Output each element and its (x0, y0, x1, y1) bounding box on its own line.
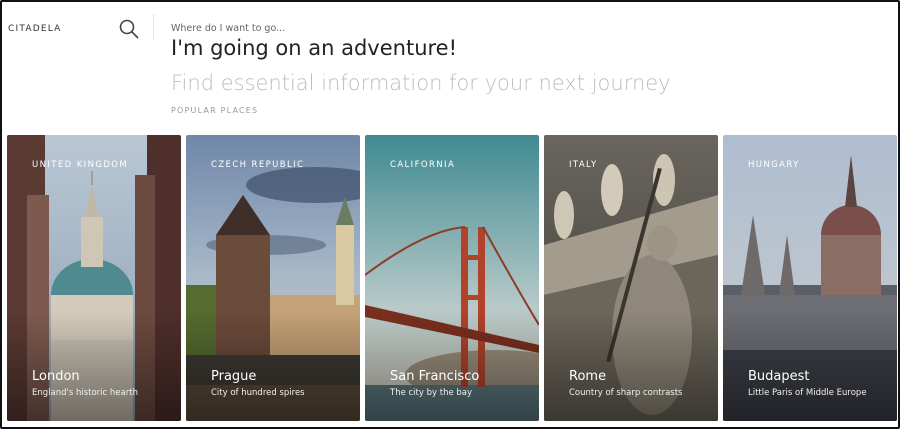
card-shade (723, 311, 897, 421)
card-country: UNITED KINGDOM (32, 160, 129, 170)
place-card-prague[interactable]: CZECH REPUBLIC Prague City of hundred sp… (186, 135, 360, 421)
card-country: CALIFORNIA (390, 160, 456, 170)
card-country: CZECH REPUBLIC (211, 160, 305, 170)
place-card-rome[interactable]: ITALY Rome Country of sharp contrasts (544, 135, 718, 421)
card-description: Country of sharp contrasts (569, 388, 683, 398)
header-divider (153, 14, 154, 40)
page-subheadline: Find essential information for your next… (171, 71, 671, 95)
card-shade (186, 311, 360, 421)
search-icon (119, 19, 139, 39)
card-country: ITALY (569, 160, 598, 170)
card-shade (7, 311, 181, 421)
card-city: Rome (569, 369, 607, 384)
page-headline: I'm going on an adventure! (171, 36, 458, 60)
search-hint[interactable]: Where do I want to go... (171, 23, 285, 34)
popular-places-list: UNITED KINGDOM London England's historic… (7, 135, 897, 421)
card-description: The city by the bay (390, 388, 473, 398)
card-description: England's historic hearth (32, 388, 138, 398)
card-city: London (32, 369, 80, 384)
card-shade (544, 311, 718, 421)
search-button[interactable] (118, 18, 140, 40)
place-card-budapest[interactable]: HUNGARY Budapest Little Paris of Middle … (723, 135, 897, 421)
site-logo[interactable]: CITADELA (8, 24, 62, 34)
popular-places-label: POPULAR PLACES (171, 106, 259, 115)
card-country: HUNGARY (748, 160, 800, 170)
card-shade (365, 311, 539, 421)
place-card-san-francisco[interactable]: CALIFORNIA San Francisco The city by the… (365, 135, 539, 421)
card-description: City of hundred spires (211, 388, 305, 398)
card-city: Prague (211, 369, 257, 384)
place-card-london[interactable]: UNITED KINGDOM London England's historic… (7, 135, 181, 421)
card-description: Little Paris of Middle Europe (748, 388, 867, 398)
card-city: Budapest (748, 369, 810, 384)
card-city: San Francisco (390, 369, 480, 384)
